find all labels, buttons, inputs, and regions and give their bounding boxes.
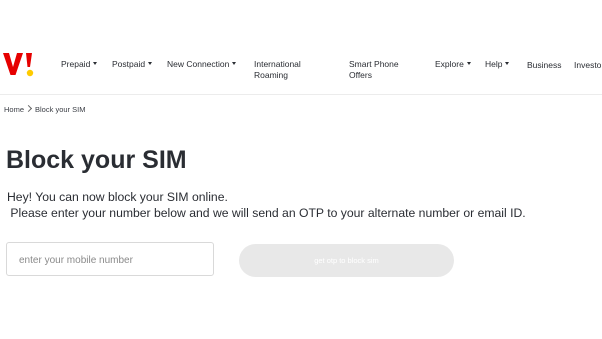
- nav-postpaid[interactable]: Postpaid: [112, 59, 153, 70]
- nav-new-connection[interactable]: New Connection: [167, 59, 237, 70]
- get-otp-button[interactable]: get otp to block sim: [239, 244, 454, 277]
- nav-explore-label: Explore: [435, 59, 464, 69]
- breadcrumb-current: Block your SIM: [35, 105, 86, 114]
- nav-help-label: Help: [485, 59, 503, 69]
- nav-help[interactable]: Help: [485, 59, 510, 70]
- caret-down-icon: [466, 62, 471, 66]
- nav-smart-phone-offers[interactable]: Smart Phone Offers: [349, 59, 399, 81]
- nav-investors-label: Investo: [574, 60, 602, 70]
- mobile-number-input[interactable]: [17, 244, 211, 276]
- description-line-1: Hey! You can now block your SIM online.: [7, 190, 228, 204]
- nav-international-roaming[interactable]: International Roaming: [254, 59, 301, 81]
- nav-prepaid[interactable]: Prepaid: [61, 59, 98, 70]
- vi-logo[interactable]: [2, 50, 40, 80]
- nav-smart-phone-label: Smart Phone: [349, 59, 399, 69]
- mobile-number-field: [6, 242, 214, 276]
- nav-business-label: Business: [527, 60, 562, 70]
- breadcrumb: Home Block your SIM: [4, 104, 86, 114]
- caret-down-icon: [148, 62, 153, 66]
- nav-explore[interactable]: Explore: [435, 59, 471, 70]
- nav-roaming-label: Roaming: [254, 70, 289, 80]
- chevron-right-icon: [24, 104, 33, 113]
- caret-down-icon: [505, 62, 510, 66]
- nav-international-label: International: [254, 59, 301, 69]
- breadcrumb-home-link[interactable]: Home: [4, 105, 24, 114]
- nav-new-connection-label: New Connection: [167, 59, 230, 69]
- caret-down-icon: [93, 62, 98, 66]
- nav-postpaid-label: Postpaid: [112, 59, 146, 69]
- site-header: Prepaid Postpaid New Connection Internat…: [0, 0, 602, 95]
- nav-investors[interactable]: Investo: [574, 60, 601, 71]
- nav-offers-label: Offers: [349, 70, 372, 80]
- page: Prepaid Postpaid New Connection Internat…: [0, 0, 602, 339]
- caret-down-icon: [232, 62, 237, 66]
- description-line-2: Please enter your number below and we wi…: [7, 206, 526, 220]
- nav-prepaid-label: Prepaid: [61, 59, 91, 69]
- page-title: Block your SIM: [6, 146, 187, 174]
- nav-business[interactable]: Business: [527, 60, 562, 71]
- page-description: Hey! You can now block your SIM online. …: [7, 189, 526, 221]
